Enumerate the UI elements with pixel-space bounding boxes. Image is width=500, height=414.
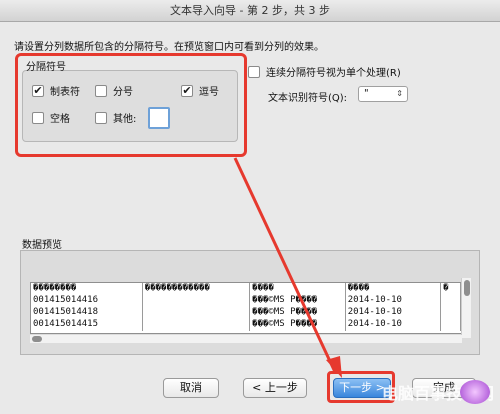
- consecutive-delimiters-label: 连续分隔符号视为单个处理(R): [266, 68, 401, 79]
- table-cell: [142, 295, 251, 307]
- table-cell: ���©MS P����: [249, 295, 346, 307]
- table-cell: 2014-10-10: [345, 319, 442, 331]
- table-cell: 2014-10-10: [345, 295, 442, 307]
- table-cell: 001415014415: [31, 319, 143, 331]
- watermark-logo-icon: [460, 380, 490, 404]
- table-cell: ��������: [31, 283, 143, 295]
- table-cell: 2014-10-10: [345, 307, 442, 319]
- table-row: 001415014416 ���©MS P���� 2014-10-10: [31, 295, 461, 307]
- scroll-thumb[interactable]: [464, 280, 470, 296]
- checkbox-empty-icon: [248, 65, 260, 78]
- table-cell: [440, 307, 461, 319]
- preview-label: 数据预览: [22, 240, 62, 251]
- window-title: 文本导入向导 - 第 2 步，共 3 步: [170, 4, 330, 17]
- table-cell: [440, 295, 461, 307]
- text-qualifier-value: ": [364, 88, 369, 99]
- table-cell: ������������: [142, 283, 251, 295]
- table-row: 001415014415 ���©MS P���� 2014-10-10: [31, 319, 461, 331]
- table-row: �������� ������������ ���� ���� �: [31, 283, 461, 295]
- table-cell: ����: [345, 283, 442, 295]
- table-cell: 001415014416: [31, 295, 143, 307]
- consecutive-delimiters-checkbox[interactable]: 连续分隔符号视为单个处理(R): [248, 64, 401, 79]
- table-cell: [142, 307, 251, 319]
- preview-horizontal-scrollbar[interactable]: [30, 335, 462, 343]
- table-cell: ���©MS P����: [249, 319, 346, 331]
- back-button[interactable]: < 上一步: [243, 378, 307, 398]
- table-row: 001415014418 ���©MS P���� 2014-10-10: [31, 307, 461, 319]
- table-cell: ���©MS P����: [249, 307, 346, 319]
- text-qualifier-label: 文本识别符号(Q):: [268, 93, 348, 104]
- window-titlebar: 文本导入向导 - 第 2 步，共 3 步: [0, 0, 500, 22]
- table-cell: [142, 319, 251, 331]
- text-qualifier-select[interactable]: " ⇕: [358, 86, 408, 102]
- annotation-highlight-box: [15, 53, 247, 157]
- instruction-text: 请设置分列数据所包含的分隔符号。在预览窗口内可看到分列的效果。: [14, 42, 324, 53]
- preview-table: �������� ������������ ���� ���� � 001415…: [30, 282, 462, 334]
- table-cell: [440, 319, 461, 331]
- scroll-thumb[interactable]: [32, 336, 42, 342]
- table-cell: ����: [249, 283, 346, 295]
- cancel-button[interactable]: 取消: [163, 378, 219, 398]
- table-cell: 001415014418: [31, 307, 143, 319]
- updown-arrow-icon: ⇕: [396, 89, 403, 98]
- preview-vertical-scrollbar[interactable]: [461, 278, 471, 338]
- table-cell: �: [440, 283, 461, 295]
